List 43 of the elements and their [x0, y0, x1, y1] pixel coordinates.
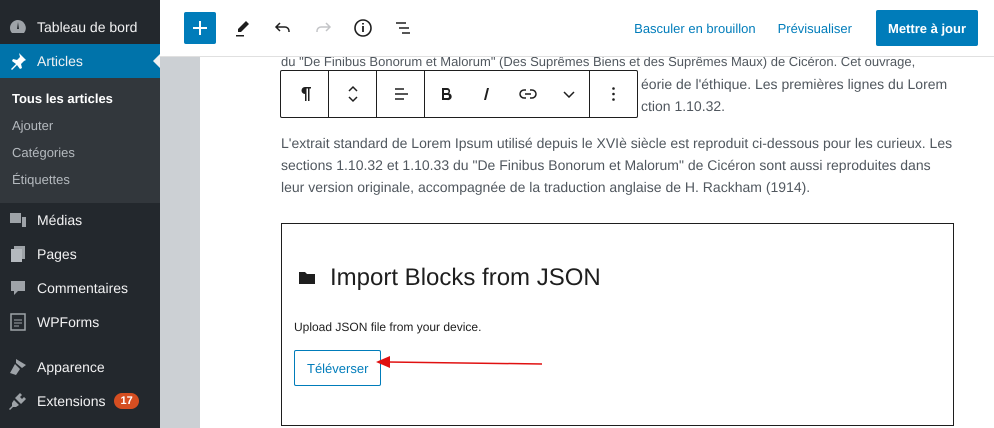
menu-label: Extensions — [37, 393, 106, 409]
menu-label: WPForms — [37, 314, 100, 330]
sidebar-menu-item[interactable]: Médias — [0, 203, 160, 237]
update-button[interactable]: Mettre à jour — [876, 10, 978, 46]
sidebar-menu-item[interactable]: Extensions 17 — [0, 384, 160, 418]
comment-icon — [8, 278, 28, 298]
menu-label: Articles — [37, 53, 83, 69]
menu-label: Apparence — [37, 359, 105, 375]
sidebar-menu-item[interactable]: Articles — [0, 44, 160, 78]
sidebar-menu-item[interactable]: Apparence — [0, 350, 160, 384]
more-options-icon — [612, 87, 615, 101]
submenu-item[interactable]: Tous les articles — [0, 85, 160, 112]
folder-icon — [298, 270, 316, 286]
italic-icon — [483, 87, 490, 101]
chevron-down-icon — [562, 90, 574, 98]
submenu-item[interactable]: Catégories — [0, 139, 160, 166]
form-icon — [8, 312, 28, 332]
count-badge: 17 — [114, 393, 139, 409]
media-icon — [8, 210, 28, 230]
submenu-item[interactable]: Ajouter — [0, 112, 160, 139]
block-title: Import Blocks from JSON — [330, 264, 601, 292]
upload-button[interactable]: Téléverser — [294, 350, 382, 386]
paragraph-text: L'extrait standard de Lorem Ipsum utilisé depuis le XVIè siècle est reproduit ci-dessous pour les curieux. Les sections 1.10.32 et 1.10.33 du "De Finibus Bonorum et Malorum" de Cicéron sont aussi reproduites dans leur version originale, accompagnée de la traduction anglaise de H. Rackham (1914). — [281, 134, 954, 197]
paragraph-line: ction 1.10.32. — [641, 97, 726, 116]
menu-label: Tableau de bord — [37, 19, 138, 35]
sidebar-menu-item[interactable]: Commentaires — [0, 271, 160, 305]
brush-icon — [8, 357, 28, 377]
plug-icon — [8, 391, 28, 411]
sidebar-menu-item[interactable]: WPForms — [0, 305, 160, 339]
plus-icon — [191, 19, 209, 37]
block-description: Upload JSON file from your device. — [294, 320, 482, 334]
paragraph-line: éorie de l'éthique. Les premières lignes du Lorem — [641, 75, 948, 94]
menu-label: Commentaires — [37, 280, 128, 296]
sidebar-menu-item[interactable]: Pages — [0, 237, 160, 271]
sidebar-menu-item[interactable]: Tableau de bord — [0, 10, 160, 44]
menu-label: Pages — [37, 246, 77, 262]
submenu-item[interactable]: Étiquettes — [0, 166, 160, 193]
header-link[interactable]: Basculer en brouillon — [630, 14, 760, 42]
pages-icon — [8, 244, 28, 264]
menu-label: Médias — [37, 212, 82, 228]
header-link[interactable]: Prévisualiser — [774, 14, 856, 42]
add-block-button[interactable] — [184, 12, 216, 44]
info-icon — [353, 18, 373, 38]
